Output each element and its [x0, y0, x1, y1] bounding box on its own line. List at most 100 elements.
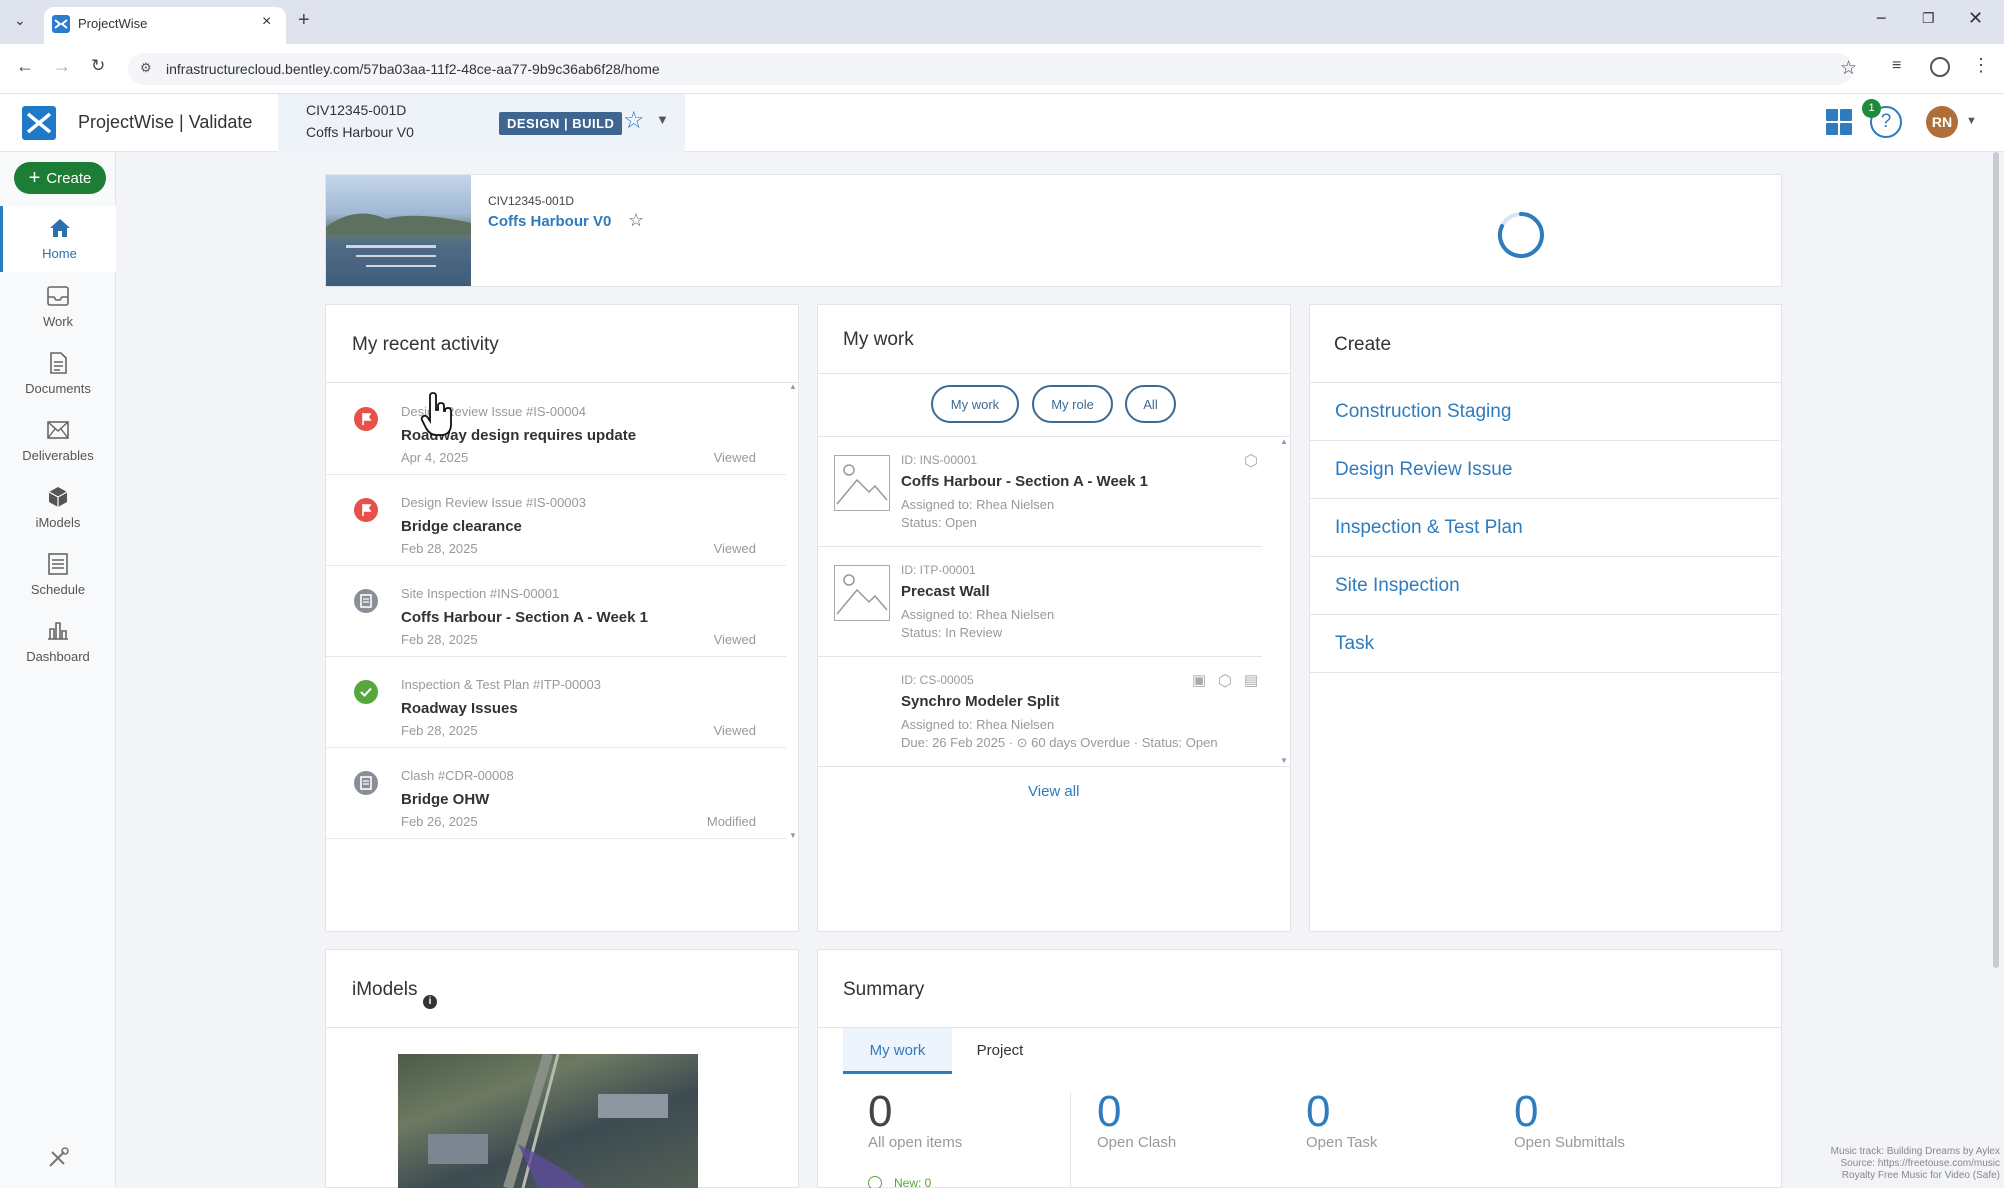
image-placeholder-icon [834, 565, 890, 621]
url-text: infrastructurecloud.bentley.com/57ba03aa… [166, 61, 660, 77]
user-menu-chevron-icon[interactable]: ▼ [1966, 115, 1977, 127]
scroll-up-arrow-icon[interactable]: ▲ [1280, 437, 1288, 446]
filter-my-role-button[interactable]: My role [1032, 385, 1113, 423]
stat-label: All open items [868, 1134, 963, 1151]
new-items-label: New: 0 [894, 1176, 932, 1188]
activity-item-date: Feb 28, 2025 [401, 541, 478, 556]
profile-icon[interactable] [1930, 57, 1950, 77]
nav-dashboard[interactable]: Dashboard [0, 609, 116, 675]
window-close-icon[interactable]: ✕ [1968, 8, 1983, 29]
inspection-icon [354, 589, 378, 613]
summary-title: Summary [843, 979, 925, 1000]
loading-spinner-icon [1496, 210, 1546, 260]
plus-icon: + [28, 167, 41, 189]
tab-list-chevron-icon[interactable]: ⌄ [14, 12, 26, 29]
scroll-up-arrow-icon[interactable]: ▲ [789, 382, 797, 391]
nav-home[interactable]: Home [0, 206, 116, 272]
activity-item[interactable]: Site Inspection #INS-00001 Coffs Harbour… [326, 566, 786, 657]
create-inspection-test-plan-link[interactable]: Inspection & Test Plan [1310, 499, 1780, 557]
bookmark-star-icon[interactable]: ☆ [1840, 57, 1857, 80]
nav-imodels[interactable]: iModels [0, 475, 116, 541]
activity-item-state: Viewed [713, 450, 756, 465]
create-construction-staging-link[interactable]: Construction Staging [1310, 383, 1780, 441]
favorite-star-icon[interactable]: ☆ [623, 106, 645, 135]
imodel-thumbnail-image[interactable] [398, 1054, 698, 1188]
activity-item-state: Viewed [713, 632, 756, 647]
apps-grid-icon[interactable] [1825, 108, 1853, 136]
info-icon[interactable]: i [423, 995, 437, 1009]
scroll-down-arrow-icon[interactable]: ▼ [789, 831, 797, 840]
deliverables-icon [44, 416, 72, 444]
activity-item[interactable]: Design Review Issue #IS-00003 Bridge cle… [326, 475, 786, 566]
filter-all-button[interactable]: All [1125, 385, 1176, 423]
project-dropdown-icon[interactable]: ▼ [656, 112, 669, 127]
projectwise-logo-icon[interactable] [22, 106, 56, 140]
activity-item[interactable]: Clash #CDR-00008 Bridge OHW Feb 26, 2025… [326, 748, 786, 839]
projectwise-favicon-icon [52, 15, 70, 33]
forward-icon[interactable]: → [53, 56, 71, 77]
view-all-link[interactable]: View all [1028, 783, 1079, 800]
stat-all-open-items[interactable]: 0 All open items [868, 1090, 963, 1152]
image-icon[interactable]: ▣ [1192, 671, 1206, 689]
header-favorite-star-icon[interactable]: ☆ [628, 210, 644, 231]
music-credit-watermark: Music track: Building Dreams by Aylex So… [1790, 1146, 2000, 1182]
back-icon[interactable]: ← [16, 56, 34, 77]
administration-tools-icon[interactable] [44, 1144, 72, 1172]
create-card-title: Create [1334, 334, 1392, 355]
project-context[interactable]: CIV12345-001D Coffs Harbour V0 DESIGN | … [278, 94, 685, 152]
activity-item-date: Feb 26, 2025 [401, 814, 478, 829]
browser-tab-bar: ⌄ ProjectWise × + − ❐ ✕ [0, 0, 2004, 44]
browser-tab[interactable]: ProjectWise × [44, 7, 286, 44]
browser-menu-icon[interactable]: ⋮ [1972, 55, 1990, 76]
tab-close-icon[interactable]: × [262, 13, 271, 31]
user-avatar[interactable]: RN [1926, 106, 1958, 138]
work-item-status: Due: 26 Feb 2025 · ⊙ 60 days Overdue · S… [901, 735, 1218, 750]
work-item-assignee: Assigned to: Rhea Nielsen [901, 497, 1055, 512]
window-minimize-icon[interactable]: − [1876, 8, 1887, 29]
window-restore-icon[interactable]: ❐ [1922, 10, 1935, 27]
activity-item-date: Apr 4, 2025 [401, 450, 469, 465]
hand-cursor-icon [420, 392, 456, 438]
model-cube-icon[interactable]: ⬡ [1244, 451, 1258, 471]
header-project-name[interactable]: Coffs Harbour V0 [488, 213, 611, 230]
media-control-icon[interactable]: ≡ [1892, 57, 1901, 75]
divider [326, 1027, 798, 1028]
activity-item[interactable]: Inspection & Test Plan #ITP-00003 Roadwa… [326, 657, 786, 748]
summary-tab-project[interactable]: Project [960, 1028, 1040, 1074]
notification-count-badge: 1 [1862, 99, 1881, 118]
page-scrollbar[interactable] [1993, 152, 1999, 968]
map-icon[interactable]: ▤ [1244, 671, 1258, 689]
work-item[interactable]: ID: ITP-00001 Precast Wall Assigned to: … [818, 547, 1262, 657]
create-design-review-issue-link[interactable]: Design Review Issue [1310, 441, 1780, 499]
summary-tab-my-work[interactable]: My work [843, 1028, 952, 1074]
my-work-title: My work [843, 329, 914, 350]
reload-icon[interactable]: ↻ [91, 56, 105, 76]
stat-open-submittals[interactable]: 0 Open Submittals [1514, 1090, 1625, 1152]
address-bar[interactable]: ⚙ infrastructurecloud.bentley.com/57ba03… [128, 53, 1857, 85]
new-tab-icon[interactable]: + [298, 9, 310, 32]
nav-schedule[interactable]: Schedule [0, 542, 116, 608]
schedule-icon [44, 550, 72, 578]
stat-open-task[interactable]: 0 Open Task [1306, 1087, 1377, 1152]
create-site-inspection-link[interactable]: Site Inspection [1310, 557, 1780, 615]
nav-documents-label: Documents [25, 381, 91, 396]
nav-documents[interactable]: Documents [0, 341, 116, 407]
create-task-link[interactable]: Task [1310, 615, 1780, 673]
work-item-status: Status: Open [901, 515, 977, 530]
create-button[interactable]: + Create [14, 162, 106, 194]
work-item[interactable]: ID: INS-00001 Coffs Harbour - Section A … [818, 437, 1262, 547]
activity-item[interactable]: Design Review Issue #IS-00004 Roadway de… [326, 384, 786, 475]
issue-flag-icon [354, 407, 378, 431]
stat-open-clash[interactable]: 0 Open Clash [1097, 1090, 1176, 1152]
scroll-down-arrow-icon[interactable]: ▼ [1280, 756, 1288, 765]
bar-chart-icon [44, 617, 72, 645]
model-cube-icon[interactable]: ⬡ [1218, 671, 1232, 691]
work-item[interactable]: ID: CS-00005 Synchro Modeler Split Assig… [818, 657, 1262, 767]
site-info-icon[interactable]: ⚙ [140, 60, 152, 76]
divider [1070, 1092, 1071, 1188]
filter-my-work-button[interactable]: My work [931, 385, 1019, 423]
nav-work[interactable]: Work [0, 274, 116, 340]
stat-value: 0 [1306, 1087, 1331, 1136]
stat-label: Open Submittals [1514, 1134, 1625, 1151]
nav-deliverables[interactable]: Deliverables [0, 408, 116, 474]
